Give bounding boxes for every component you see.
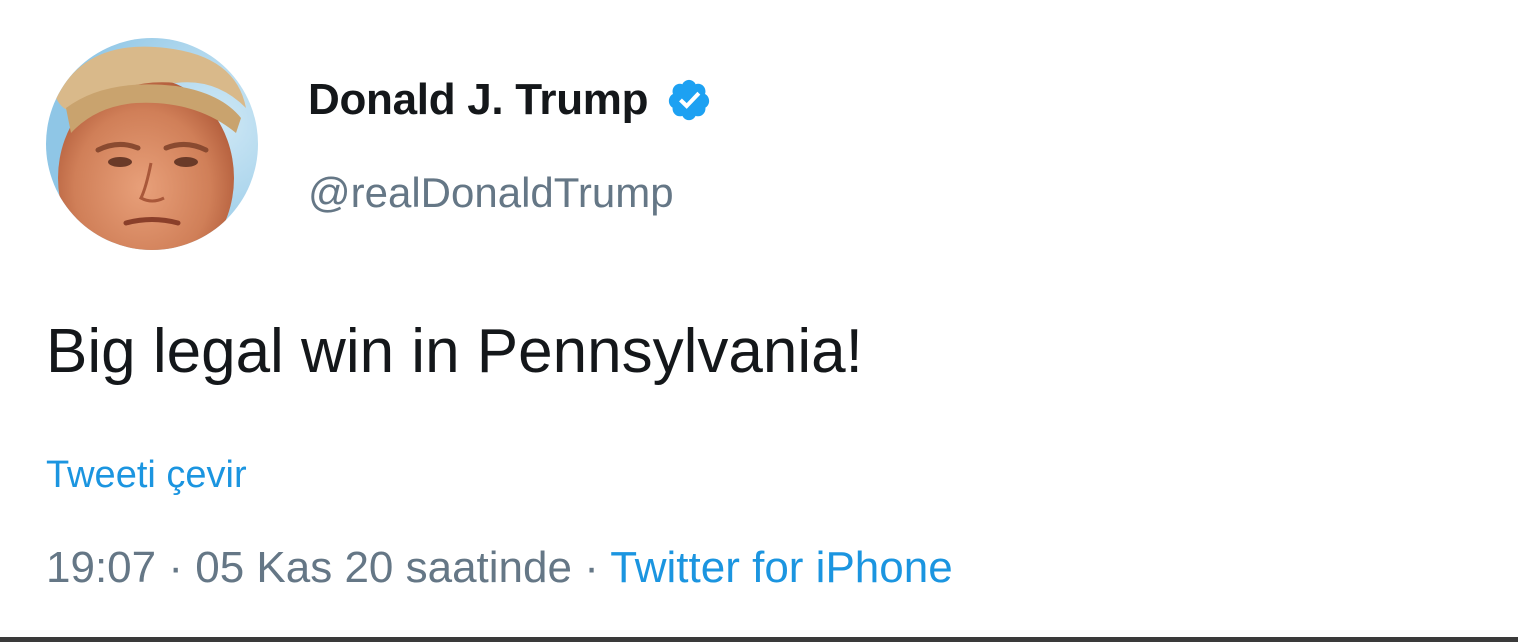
tweet-text: Big legal win in Pennsylvania! (46, 317, 863, 386)
avatar-image (46, 38, 258, 250)
user-handle[interactable]: @realDonaldTrump (308, 165, 674, 221)
avatar[interactable] (46, 38, 258, 250)
display-name[interactable]: Donald J. Trump (308, 72, 712, 128)
meta-separator: · (168, 543, 183, 592)
display-name-text: Donald J. Trump (308, 75, 649, 124)
meta-separator: · (584, 543, 599, 592)
divider (0, 637, 1518, 642)
tweet-source-link[interactable]: Twitter for iPhone (610, 543, 952, 592)
tweet-card: Donald J. Trump @realDonaldTrump Big leg… (0, 0, 1518, 642)
tweet-date[interactable]: 05 Kas 20 saatinde (195, 543, 572, 592)
tweet-meta: 19:07 · 05 Kas 20 saatinde · Twitter for… (46, 538, 953, 598)
tweet-time: 19:07 (46, 543, 157, 592)
translate-tweet-link[interactable]: Tweeti çevir (46, 450, 247, 500)
verified-badge-icon (666, 77, 712, 123)
